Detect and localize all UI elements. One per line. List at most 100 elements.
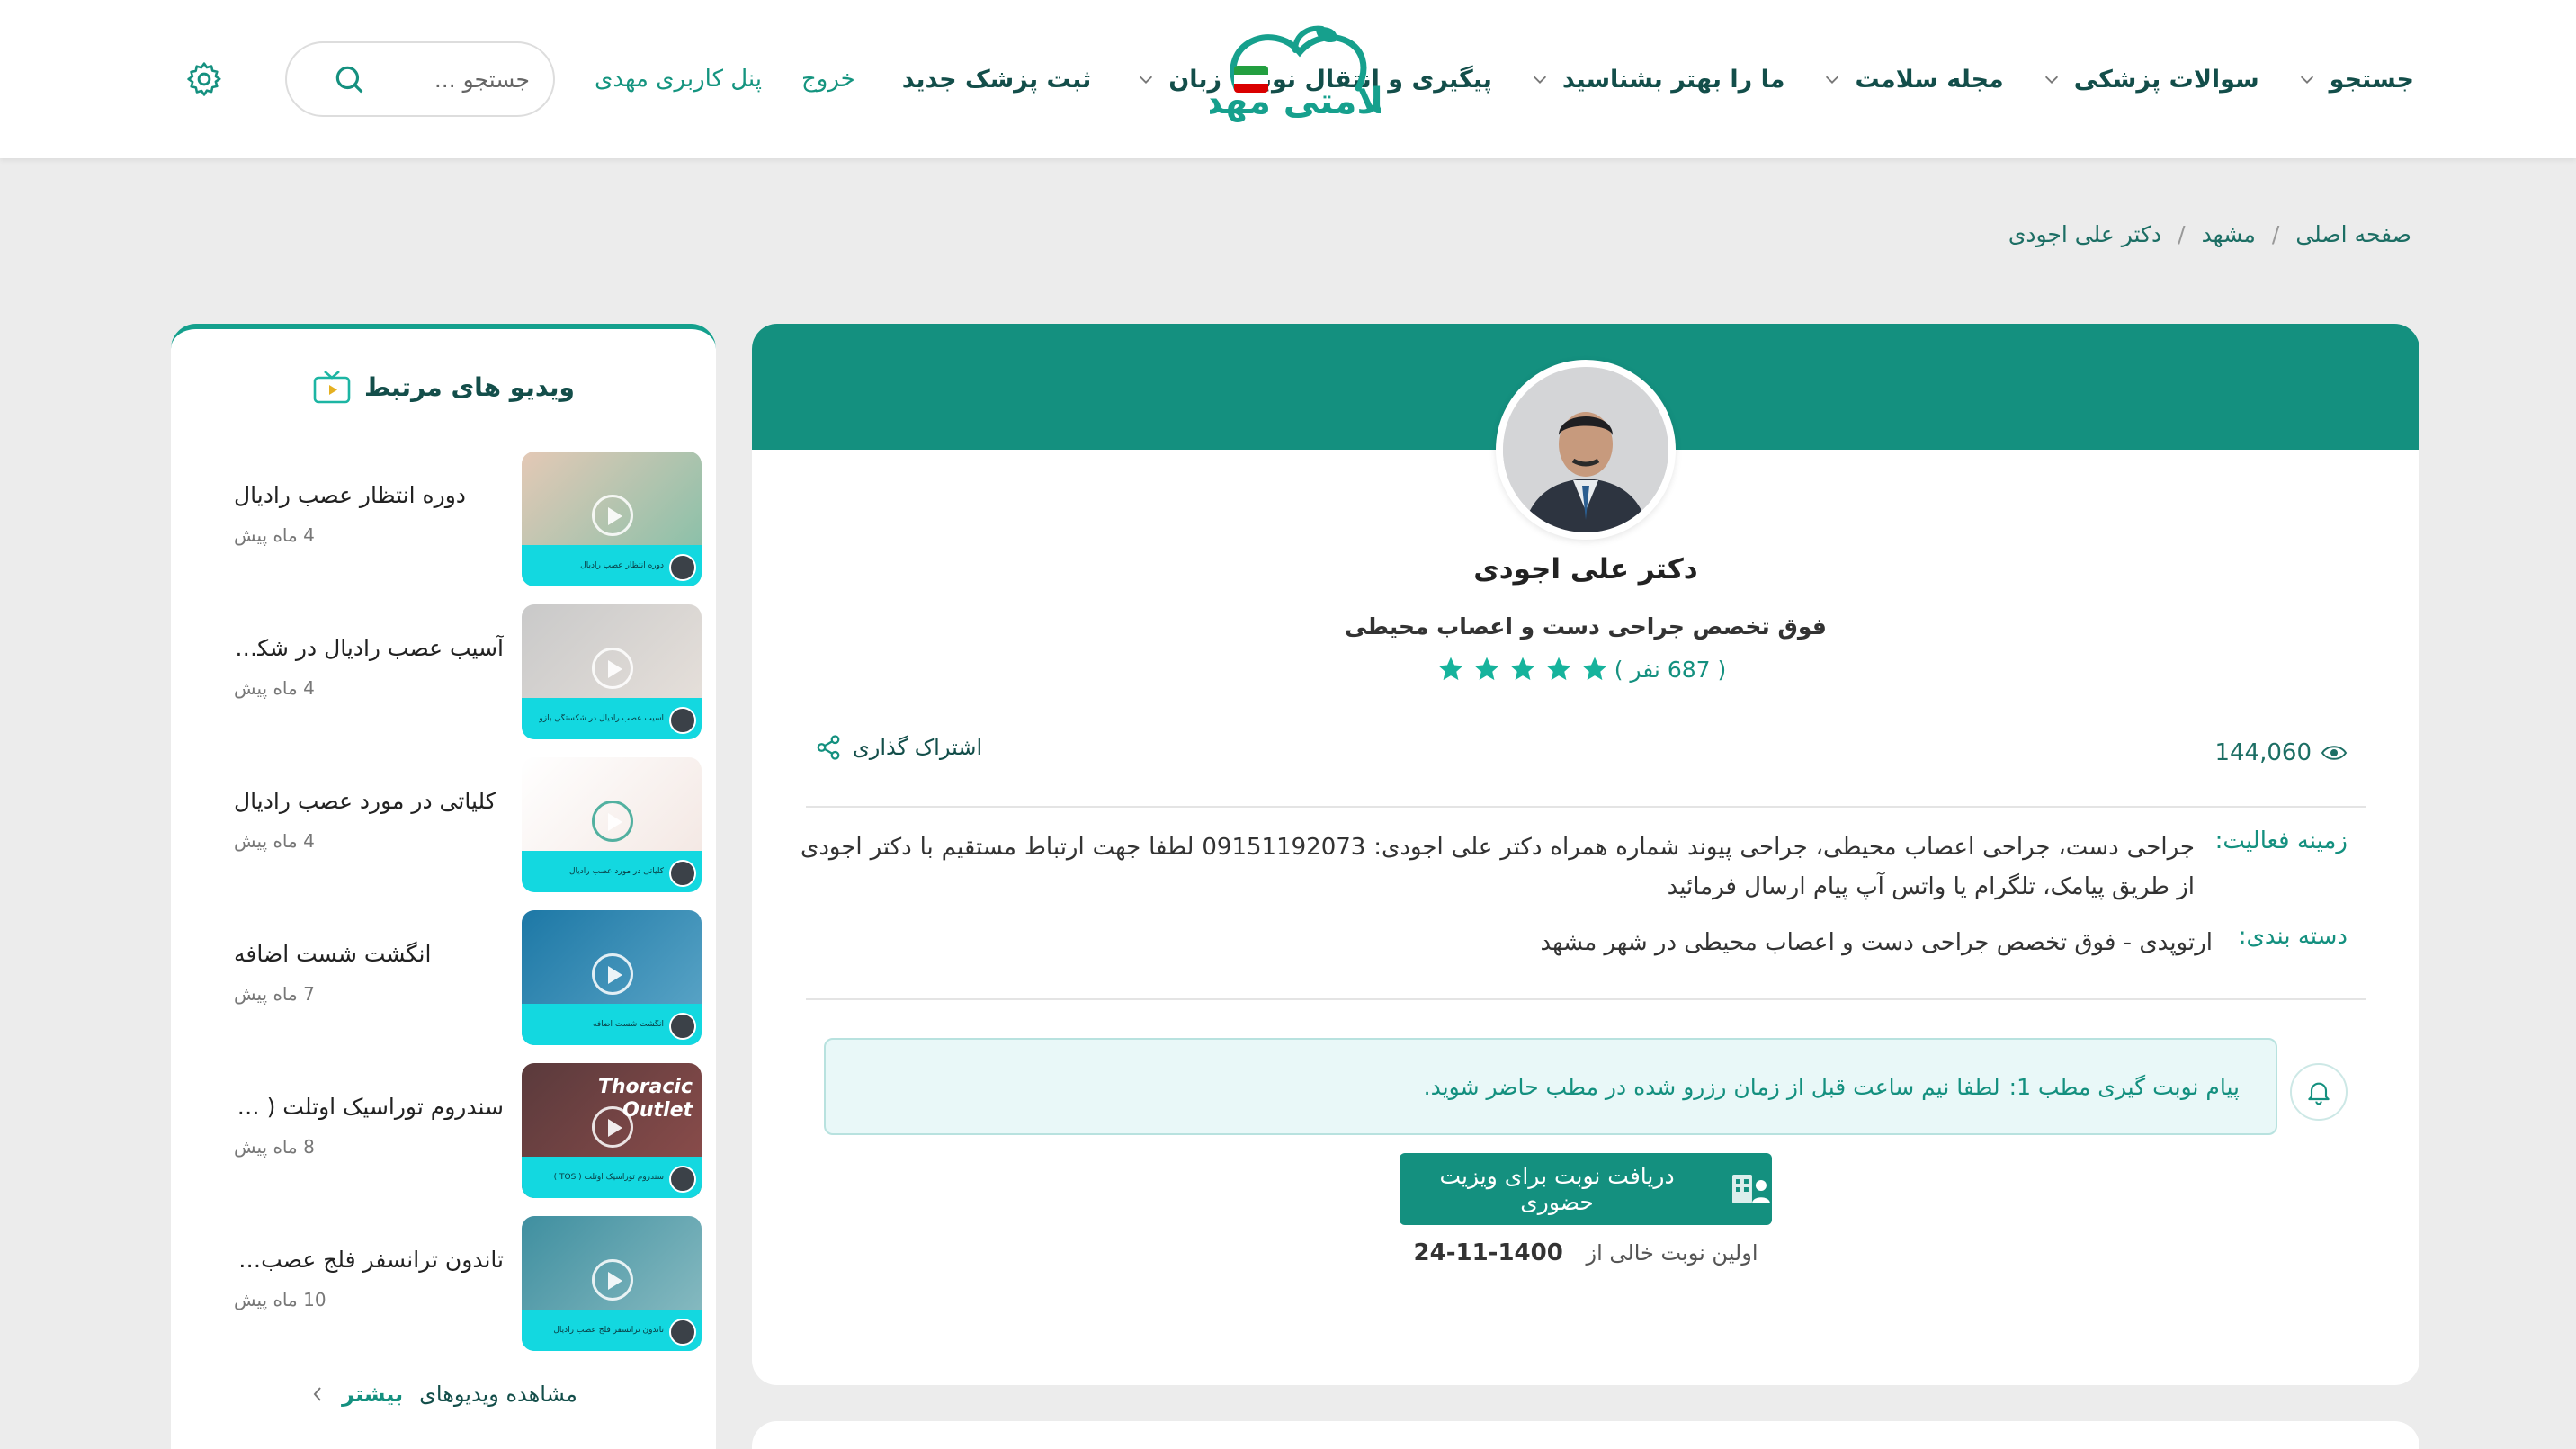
star-icon [1510,657,1535,681]
nav-item-medical-questions[interactable]: سوالات پزشکی [2042,66,2259,94]
more-videos-prefix: مشاهده ویدیوهای [419,1382,577,1407]
video-title[interactable]: دوره انتظار عصب رادیال [234,482,504,508]
star-icon [1582,657,1607,681]
language-selector[interactable]: زبان [1136,66,1269,94]
get-appointment-button[interactable]: دریافت نوبت برای ویزیت حضوری [1400,1153,1772,1225]
video-thumbnail[interactable]: دوره انتظار عصب رادیال [522,452,702,586]
video-item[interactable]: انگشت شست اضافه انگشت شست اضافه 7 ماه پی… [198,910,702,1045]
iran-flag-icon [1234,66,1269,93]
chevron-down-icon [2044,76,2058,84]
video-item[interactable]: آسیب عصب رادیال در شکستگی بازو آسیب عصب … [198,604,702,739]
divider [806,998,2366,1000]
sidebar-title-text: ویدیو های مرتبط [364,371,575,402]
video-time: 7 ماه پیش [234,983,315,1005]
related-videos-sidebar: ویدیو های مرتبط دوره انتظار عصب رادیال د… [171,324,716,1449]
field-value: جراحی دست، جراحی اعصاب محیطی، جراحی پیون… [801,834,2195,900]
video-text: سندروم توراسیک اوتلت ( TOS ) 8 ماه پیش [234,1063,504,1158]
more-videos-bold: بیشتر [342,1382,404,1407]
breadcrumb-separator: / [2271,221,2280,247]
rating-stars[interactable] [1436,655,1609,684]
appointment-button-label: دریافت نوبت برای ویزیت حضوری [1439,1163,1675,1215]
video-thumbnail[interactable]: انگشت شست اضافه [522,910,702,1045]
video-item[interactable]: دوره انتظار عصب رادیال دوره انتظار عصب ر… [198,452,702,586]
logout-link[interactable]: خروج [801,66,855,93]
video-thumbnail[interactable]: Thoracic Outlet سندروم توراسیک اوتلت ( T… [522,1063,702,1198]
doctor-mini-avatar [669,707,696,734]
star-icon [1438,657,1463,681]
view-count: 144,060 [2214,739,2348,766]
share-button[interactable]: اشتراک گذاری [815,734,982,761]
divider [806,806,2366,808]
video-title[interactable]: انگشت شست اضافه [234,941,504,967]
play-icon [592,953,633,995]
doctor-specialty: فوق تخصص جراحی دست و اعصاب محیطی [1345,613,1827,640]
search-icon[interactable] [332,62,366,96]
more-videos-link[interactable]: مشاهده ویدیوهای بیشتر [171,1382,716,1407]
play-icon [592,1259,633,1301]
register-doctor-link[interactable]: ثبت پزشک جدید [902,66,1091,94]
play-icon [592,801,633,842]
thumbnail-label: سندروم توراسیک اوتلت ( TOS ) [553,1173,664,1182]
nav-item-search[interactable]: جستجو [2297,66,2414,94]
doctor-mini-avatar [669,554,696,581]
share-icon [817,735,840,760]
bell-icon [2308,1082,2330,1105]
video-time: 10 ماه پیش [234,1289,326,1310]
doctor-mini-avatar [669,1013,696,1040]
breadcrumb-current: دکتر علی اجودی [2008,221,2162,247]
search-input[interactable] [377,66,530,93]
user-panel-link[interactable]: پنل کاربری مهدی [595,66,762,93]
rating-count: ( 687 نفر ) [1614,656,1727,683]
video-item[interactable]: کلیاتی در مورد عصب رادیال کلیاتی در مورد… [198,757,702,892]
doctor-mini-avatar [669,1319,696,1346]
video-title[interactable]: سندروم توراسیک اوتلت ( TOS ) [234,1094,504,1120]
star-icon [1474,657,1499,681]
video-title[interactable]: آسیب عصب رادیال در شکستگی بازو [234,635,504,661]
tv-icon [313,371,351,404]
video-thumbnail[interactable]: آسیب عصب رادیال در شکستگی بازو [522,604,702,739]
nav-item-health-magazine[interactable]: مجله سلامت [1822,65,2004,94]
clinic-person-icon [1732,1175,1771,1203]
video-time: 4 ماه پیش [234,524,315,546]
video-item[interactable]: تاندون ترانسفر فلج عصب رادیال تاندون ترا… [198,1216,702,1351]
chevron-down-icon [1826,76,1839,84]
nav-item-about-us[interactable]: ما را بهتر بشناسید [1530,66,1784,94]
thumbnail-label: تاندون ترانسفر فلج عصب رادیال [553,1326,664,1335]
next-section-card [752,1421,2419,1449]
share-label: اشتراک گذاری [853,735,983,760]
appointment-notice: پیام نوبت گیری مطب 1: لطفا نیم ساعت قبل … [824,1038,2277,1135]
thumbnail-label: آسیب عصب رادیال در شکستگی بازو [539,714,664,723]
star-icon [1546,657,1571,681]
play-icon [592,1106,633,1148]
breadcrumb-city[interactable]: مشهد [2202,221,2256,247]
breadcrumb-home[interactable]: صفحه اصلی [2295,221,2411,247]
nav-item-label: مجله سلامت [1855,65,2004,94]
video-title[interactable]: کلیاتی در مورد عصب رادیال [234,788,504,814]
video-thumbnail[interactable]: تاندون ترانسفر فلج عصب رادیال [522,1216,702,1351]
rating: ( 687 نفر ) [752,655,2419,684]
field-of-activity: زمینه فعالیت: جراحی دست، جراحی اعصاب محی… [801,827,2348,907]
video-time: 4 ماه پیش [234,677,315,699]
view-count-value: 144,060 [2214,739,2312,766]
category-value: ارتوپدی - فوق تخصص جراحی دست و اعصاب محی… [1540,929,2214,956]
header-utilities: زبان ثبت پزشک جدید خروج پنل کاربری مهدی [184,0,1269,158]
nav-item-label: جستجو [2329,65,2414,94]
eye-icon [2321,746,2348,760]
chevron-down-icon [1140,76,1153,84]
thumbnail-label: انگشت شست اضافه [593,1020,664,1029]
breadcrumb-separator: / [2178,221,2186,247]
category: دسته بندی: ارتوپدی - فوق تخصص جراحی دست … [801,923,2348,962]
first-slot-label: اولین نوبت خالی از [1586,1240,1758,1266]
video-title[interactable]: تاندون ترانسفر فلج عصب رادیال [234,1247,504,1273]
video-text: تاندون ترانسفر فلج عصب رادیال 10 ماه پیش [234,1216,504,1310]
video-item[interactable]: Thoracic Outlet سندروم توراسیک اوتلت ( T… [198,1063,702,1198]
chevron-down-icon [2300,76,2313,84]
gear-icon[interactable] [184,59,224,99]
chevron-left-icon [313,1387,321,1401]
thumbnail-label: دوره انتظار عصب رادیال [580,561,664,570]
video-text: آسیب عصب رادیال در شکستگی بازو 4 ماه پیش [234,604,504,699]
main-nav: جستجو سوالات پزشکی مجله سلامت ما را بهتر… [1199,0,2414,158]
video-thumbnail[interactable]: کلیاتی در مورد عصب رادیال [522,757,702,892]
video-time: 8 ماه پیش [234,1136,315,1158]
breadcrumb: صفحه اصلی / مشهد / دکتر علی اجودی [2008,221,2411,247]
